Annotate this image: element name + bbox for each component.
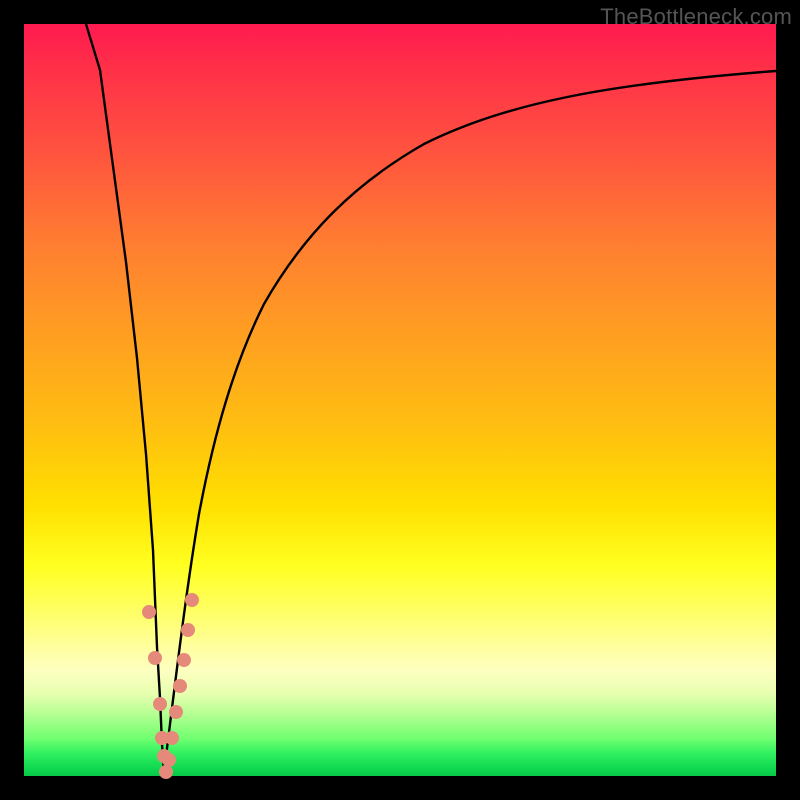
data-marker bbox=[159, 765, 173, 779]
watermark-text: TheBottleneck.com bbox=[600, 4, 792, 30]
data-marker bbox=[181, 623, 195, 637]
data-marker bbox=[185, 593, 199, 607]
chart-svg bbox=[24, 24, 776, 776]
data-marker bbox=[169, 705, 183, 719]
plot-area bbox=[24, 24, 776, 776]
data-marker bbox=[165, 731, 179, 745]
data-marker bbox=[177, 653, 191, 667]
data-marker bbox=[142, 605, 156, 619]
data-marker bbox=[162, 753, 176, 767]
curve-right-branch bbox=[164, 71, 776, 772]
data-marker bbox=[153, 697, 167, 711]
data-marker bbox=[148, 651, 162, 665]
data-marker bbox=[173, 679, 187, 693]
